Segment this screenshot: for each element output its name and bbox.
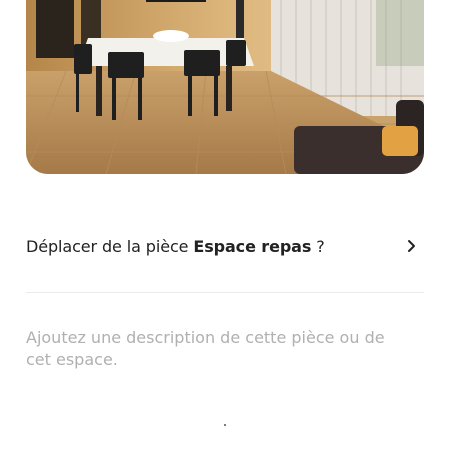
dining-room-image: [26, 0, 424, 174]
chevron-right-icon: [408, 240, 415, 252]
description-input[interactable]: Ajoutez une description de cette pièce o…: [26, 327, 406, 371]
room-photo[interactable]: [26, 0, 424, 174]
divider: [26, 292, 424, 293]
move-room-suffix: ?: [311, 236, 325, 256]
move-room-row[interactable]: Déplacer de la pièce Espace repas ?: [26, 230, 424, 262]
move-room-prefix: Déplacer de la pièce: [26, 236, 194, 256]
room-name: Espace repas: [193, 236, 312, 256]
move-room-label: Déplacer de la pièce Espace repas ?: [26, 237, 325, 256]
scroll-indicator: [224, 424, 226, 426]
